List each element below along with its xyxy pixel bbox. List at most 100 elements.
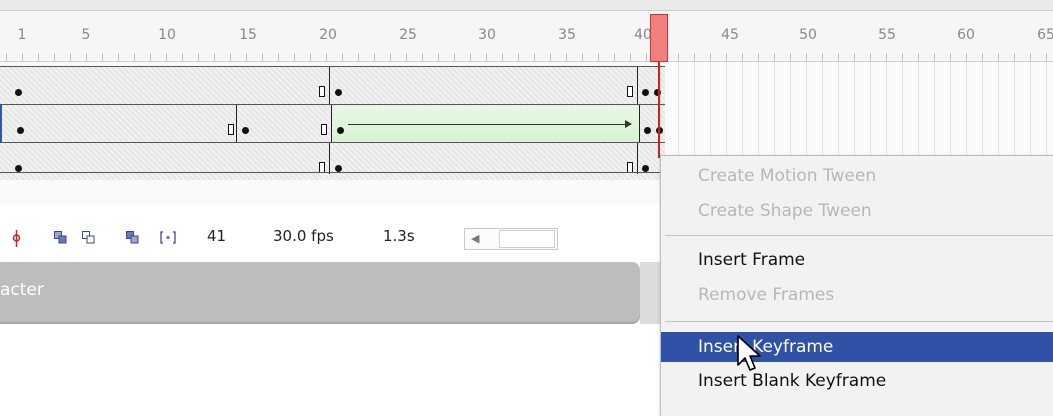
- scroll-left-icon[interactable]: ◀: [471, 232, 479, 245]
- keyframe-dot[interactable]: [15, 89, 22, 96]
- elapsed-time: 1.3s: [383, 227, 415, 245]
- keyframe-divider: [637, 143, 638, 174]
- frame-grid-line: [838, 62, 839, 158]
- ruler-tick: [822, 53, 823, 61]
- layer-bottom-border: [0, 172, 665, 173]
- keyframe-dot[interactable]: [17, 127, 24, 134]
- frame-end-marker: [319, 86, 325, 97]
- current-frame: 41: [207, 227, 227, 245]
- menu-item-create-motion-tween: Create Motion Tween: [698, 166, 877, 186]
- menu-separator: [665, 321, 1053, 322]
- ruler-number: 5: [81, 27, 91, 43]
- ruler-number: 35: [558, 27, 576, 43]
- ruler-tick: [214, 53, 215, 61]
- frame-grid-line: [950, 62, 951, 158]
- frame-grid-line: [854, 62, 855, 158]
- onion-skin-outline-icon[interactable]: [82, 231, 95, 244]
- ruler-number: 55: [878, 27, 896, 43]
- ruler-tick: [502, 53, 503, 61]
- ruler-tick: [982, 53, 983, 61]
- menu-item-insert-keyframe[interactable]: Insert Keyframe: [661, 332, 1053, 362]
- keyframe-dot[interactable]: [337, 127, 344, 134]
- ruler-tick: [486, 53, 487, 61]
- frame-grid-line: [870, 62, 871, 158]
- frame-grid-line: [710, 62, 711, 158]
- menu-item-insert-frame[interactable]: Insert Frame: [661, 245, 1053, 275]
- playhead-marker-icon[interactable]: [10, 227, 23, 247]
- frame-end-marker: [228, 124, 234, 135]
- ruler-tick: [390, 53, 391, 61]
- ruler-number: 10: [158, 27, 176, 43]
- frame-ruler[interactable]: 1 5 10 15 20 25 30 35 40 45 50 55 60 65: [0, 10, 1053, 62]
- frame-grid-line: [886, 62, 887, 158]
- ruler-number: 65: [1037, 27, 1053, 43]
- layer-row[interactable]: [0, 66, 665, 104]
- playhead[interactable]: [650, 14, 668, 62]
- ruler-tick: [934, 53, 935, 61]
- ruler-tick: [774, 53, 775, 61]
- keyframe-dot[interactable]: [644, 127, 651, 134]
- ruler-tick: [262, 53, 263, 61]
- frame-end-marker: [321, 124, 327, 135]
- keyframe-divider: [637, 67, 638, 104]
- ruler-tick: [790, 53, 791, 61]
- ruler-tick: [86, 53, 87, 61]
- ruler-number: 25: [399, 27, 417, 43]
- keyframe-dot[interactable]: [642, 89, 649, 96]
- ruler-tick: [454, 53, 455, 61]
- tween-arrow: [348, 120, 632, 128]
- modify-onion-markers-icon[interactable]: [160, 231, 176, 244]
- keyframe-dot[interactable]: [335, 165, 342, 172]
- ruler-tick: [886, 53, 887, 61]
- frame-grid-line: [966, 62, 967, 158]
- ruler-number: 60: [957, 27, 975, 43]
- ruler-tick: [566, 53, 567, 61]
- ruler-tick: [38, 53, 39, 61]
- keyframe-dot[interactable]: [15, 165, 22, 172]
- menu-separator: [665, 235, 1053, 236]
- frame-grid-line: [902, 62, 903, 158]
- keyframe-divider: [639, 105, 640, 142]
- ruler-tick: [198, 53, 199, 61]
- ruler-tick: [998, 53, 999, 61]
- keyframe-divider: [329, 67, 330, 104]
- onion-skin-icon[interactable]: [54, 231, 67, 244]
- ruler-tick: [6, 53, 7, 61]
- ruler-tick: [246, 53, 247, 61]
- layer-row-selected[interactable]: [0, 104, 665, 142]
- timeline-scrollbar[interactable]: ◀: [464, 228, 558, 250]
- keyframe-dot[interactable]: [335, 89, 342, 96]
- ruler-tick: [1014, 53, 1015, 61]
- scrollbar-thumb[interactable]: [499, 230, 555, 248]
- ruler-tick: [118, 53, 119, 61]
- timeline-status-bar: 41 30.0 fps 1.3s: [0, 222, 665, 256]
- timeline-top-bar: [0, 0, 1053, 10]
- layer-row[interactable]: [0, 142, 665, 180]
- ruler-tick: [550, 53, 551, 61]
- ruler-tick: [902, 53, 903, 61]
- ruler-tick: [422, 53, 423, 61]
- frame-grid-line: [934, 62, 935, 158]
- ruler-tick: [470, 53, 471, 61]
- edit-multiple-frames-icon[interactable]: [126, 231, 139, 244]
- ruler-tick: [710, 53, 711, 61]
- keyframe-dot[interactable]: [642, 165, 649, 172]
- ruler-tick: [134, 53, 135, 61]
- ruler-number: 50: [799, 27, 817, 43]
- menu-item-insert-blank-keyframe[interactable]: Insert Blank Keyframe: [661, 366, 1053, 396]
- ruler-tick: [950, 53, 951, 61]
- frame-grid-line: [694, 62, 695, 158]
- ruler-tick: [758, 53, 759, 61]
- ruler-tick: [1046, 53, 1047, 61]
- frame-end-marker: [627, 86, 633, 97]
- ruler-tick: [518, 53, 519, 61]
- ruler-tick: [966, 53, 967, 61]
- frame-grid-line: [774, 62, 775, 158]
- panel-header[interactable]: acter: [0, 262, 640, 324]
- ruler-tick: [358, 53, 359, 61]
- keyframe-dot[interactable]: [242, 127, 249, 134]
- frame-grid-line: [742, 62, 743, 158]
- ruler-tick: [406, 53, 407, 61]
- ruler-tick: [726, 53, 727, 61]
- ruler-tick: [838, 53, 839, 61]
